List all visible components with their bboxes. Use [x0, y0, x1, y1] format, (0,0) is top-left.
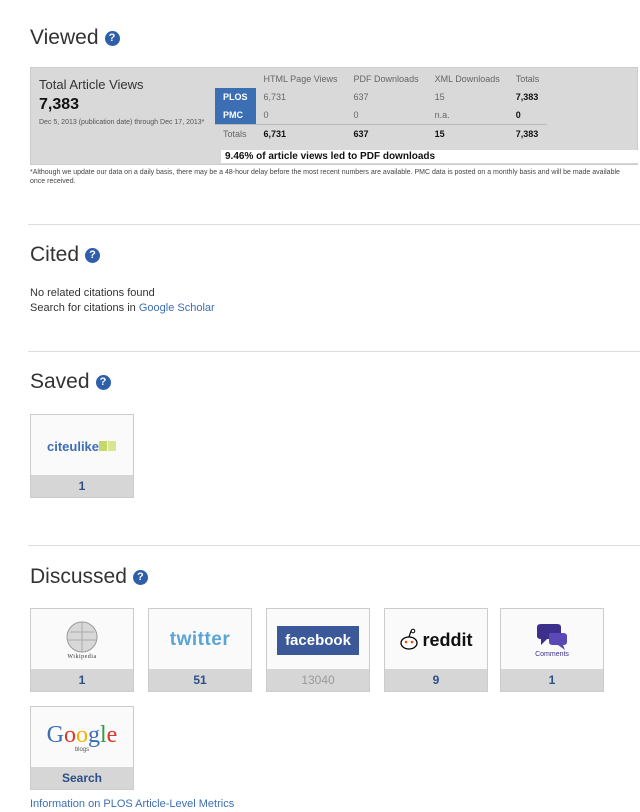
comments-logo: Comments: [501, 609, 603, 671]
cited-title: Cited: [30, 243, 80, 266]
discussed-title: Discussed: [30, 565, 127, 588]
pct-value: 9.46%: [225, 151, 254, 162]
citeulike-logo: citeulike: [31, 415, 133, 477]
divider: [28, 351, 640, 352]
google-blogs-logo: Google blogs: [31, 707, 133, 769]
col-xml: XML Downloads: [434, 74, 500, 84]
col-pdf: PDF Downloads: [353, 74, 419, 84]
footnote: *Although we update our data on a daily …: [30, 169, 620, 185]
saved-title: Saved: [30, 370, 90, 393]
views-summary: Total Article Views 7,383 Dec 5, 2013 (p…: [30, 67, 639, 165]
twitter-logo: twitter: [149, 609, 251, 671]
alm-info-link[interactable]: Information on PLOS Article-Level Metric…: [30, 798, 234, 810]
divider: [28, 224, 640, 225]
reddit-tile[interactable]: reddit 9: [384, 608, 488, 692]
pdf-cell: 637: [353, 92, 369, 102]
total-cell: 7,383: [507, 124, 548, 143]
twitter-count: 51: [149, 669, 251, 691]
search-prefix: Search for citations in: [30, 302, 136, 314]
xml-cell: 15: [426, 124, 508, 143]
help-icon[interactable]: ?: [132, 569, 148, 585]
pdf-cell: 637: [345, 124, 427, 143]
pct-text: of article views led to PDF downloads: [256, 151, 436, 162]
total-views-label: Total Article Views: [39, 77, 144, 92]
citeulike-book-icon: [99, 441, 117, 451]
facebook-logo: facebook: [267, 609, 369, 671]
search-citations-line: Search for citations in Google Scholar: [30, 302, 215, 314]
total-views-value: 7,383: [39, 96, 80, 113]
google-blogs-tile[interactable]: Google blogs Search: [30, 706, 134, 790]
total-cell: 7,383: [515, 92, 539, 102]
table-row: PMC 0 0 n.a. 0: [215, 106, 547, 125]
wikipedia-tile[interactable]: Wikipedia 1: [30, 608, 134, 692]
comments-bubble-icon: [537, 623, 567, 650]
col-totals: Totals: [515, 74, 540, 84]
google-scholar-link[interactable]: Google Scholar: [139, 302, 215, 314]
views-table: HTML Page Views PDF Downloads XML Downlo…: [215, 70, 548, 143]
facebook-tile[interactable]: facebook 13040: [266, 608, 370, 692]
xml-cell: 15: [434, 92, 445, 102]
comments-count: 1: [501, 669, 603, 691]
help-icon[interactable]: ?: [104, 30, 120, 46]
viewed-heading: Viewed ?: [30, 26, 120, 50]
total-cell: 0: [515, 110, 521, 120]
html-cell: 6,731: [263, 92, 287, 102]
pdf-cell: 0: [353, 110, 359, 120]
reddit-logo: reddit: [385, 609, 487, 671]
wikipedia-count: 1: [31, 669, 133, 691]
html-cell: 6,731: [255, 124, 346, 143]
google-search-label[interactable]: Search: [31, 767, 133, 789]
reddit-alien-icon: [400, 628, 419, 650]
pdf-percentage: 9.46% of article views led to PDF downlo…: [221, 150, 639, 163]
date-range: Dec 5, 2013 (publication date) through D…: [39, 119, 205, 126]
table-row: PLOS 6,731 637 15 7,383: [215, 88, 547, 106]
cited-heading: Cited ?: [30, 243, 101, 267]
reddit-count: 9: [385, 669, 487, 691]
citeulike-count: 1: [31, 475, 133, 497]
source-cell: PMC: [215, 106, 256, 125]
facebook-count: 13040: [267, 669, 369, 691]
comments-tile[interactable]: Comments 1: [500, 608, 604, 692]
saved-heading: Saved ?: [30, 370, 111, 394]
col-html: HTML Page Views: [263, 74, 338, 84]
xml-cell: n.a.: [434, 110, 450, 120]
table-row: Totals 6,731 637 15 7,383: [215, 124, 548, 143]
wikipedia-globe-icon: [66, 621, 98, 653]
total-views-block: Total Article Views 7,383 Dec 5, 2013 (p…: [39, 77, 214, 127]
viewed-title: Viewed: [30, 26, 99, 49]
discussed-heading: Discussed ?: [30, 565, 148, 589]
source-cell: PLOS: [215, 88, 256, 106]
twitter-tile[interactable]: twitter 51: [148, 608, 252, 692]
citeulike-tile[interactable]: citeulike 1: [30, 414, 134, 498]
no-citations-text: No related citations found: [30, 287, 155, 299]
source-cell: Totals: [215, 124, 256, 143]
table-header: HTML Page Views PDF Downloads XML Downlo…: [215, 70, 547, 88]
wikipedia-logo: Wikipedia: [31, 609, 133, 671]
divider: [28, 545, 640, 546]
html-cell: 0: [263, 110, 269, 120]
help-icon[interactable]: ?: [95, 374, 111, 390]
help-icon[interactable]: ?: [85, 247, 101, 263]
